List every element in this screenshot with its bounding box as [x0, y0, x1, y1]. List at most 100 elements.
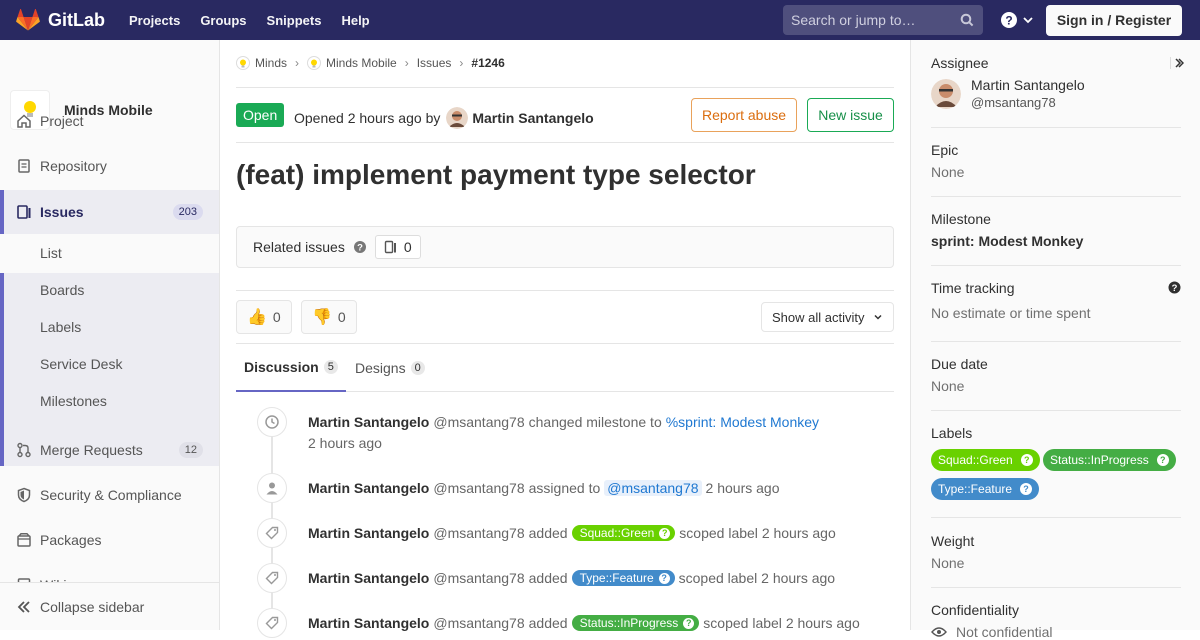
- note-time: 2 hours ago: [761, 525, 836, 541]
- report-abuse-button[interactable]: Report abuse: [691, 98, 797, 132]
- confidentiality-row: Not confidential: [931, 624, 1053, 640]
- divider: [236, 142, 894, 143]
- user-mention[interactable]: @msantang78: [604, 480, 702, 496]
- double-chevron-right-icon[interactable]: [1170, 56, 1184, 70]
- label-squad-green[interactable]: Squad::Green ?: [931, 449, 1040, 471]
- divider: [236, 290, 894, 291]
- note-author[interactable]: Martin Santangelo: [308, 615, 429, 631]
- system-note: Martin Santangelo @msantang78 added Stat…: [308, 615, 860, 631]
- nav-snippets[interactable]: Snippets: [267, 9, 322, 32]
- note-suffix: scoped label: [679, 525, 758, 541]
- question-icon[interactable]: ?: [353, 240, 367, 254]
- note-text: added: [528, 570, 568, 586]
- activity-filter-dropdown[interactable]: Show all activity: [761, 302, 894, 332]
- doc-icon: [16, 158, 32, 174]
- time-tracking-label: Time tracking: [931, 280, 1015, 296]
- tab-count: 5: [323, 360, 338, 374]
- note-text: added: [528, 525, 568, 541]
- tab-count: 0: [410, 360, 425, 375]
- note-time: 2 hours ago: [705, 480, 780, 496]
- sidebar-item-project[interactable]: Project: [0, 99, 219, 143]
- tag-icon: [257, 608, 287, 638]
- submenu-labels[interactable]: Labels: [40, 319, 81, 335]
- sign-in-button[interactable]: Sign in / Register: [1046, 5, 1182, 36]
- assignee-label: Assignee: [931, 55, 989, 71]
- note-author[interactable]: Martin Santangelo: [308, 480, 429, 496]
- breadcrumb-issues[interactable]: Issues: [417, 56, 452, 70]
- tab-designs[interactable]: Designs 0: [355, 344, 425, 391]
- system-note: Martin Santangelo @msantang78 added Squa…: [308, 525, 836, 541]
- nav-groups[interactable]: Groups: [200, 9, 246, 32]
- submenu-boards[interactable]: Boards: [40, 282, 84, 298]
- breadcrumb-separator: ›: [295, 56, 300, 70]
- submenu-list[interactable]: List: [40, 245, 62, 261]
- sidebar-item-repository[interactable]: Repository: [0, 144, 219, 188]
- thumbs-down-button[interactable]: 👎 0: [301, 300, 357, 334]
- milestone-value[interactable]: sprint: Modest Monkey: [931, 233, 1083, 249]
- sidebar-item-merge-requests[interactable]: Merge Requests 12: [0, 428, 219, 472]
- thumbs-up-button[interactable]: 👍 0: [236, 300, 292, 334]
- sidebar-item-issues[interactable]: Issues 203: [0, 190, 219, 234]
- related-issues-count[interactable]: 0: [374, 235, 421, 259]
- breadcrumb-label: Minds: [255, 56, 288, 70]
- label-name: Status::InProgress: [1050, 453, 1149, 467]
- divider: [931, 587, 1181, 588]
- breadcrumb-minds-mobile[interactable]: Minds Mobile: [307, 56, 397, 70]
- new-issue-button[interactable]: New issue: [807, 98, 894, 132]
- nav-help[interactable]: Help: [341, 9, 369, 32]
- breadcrumb-separator: ›: [404, 56, 409, 70]
- thumbs-down-count: 0: [337, 309, 346, 325]
- divider: [236, 87, 894, 88]
- question-icon: ?: [1020, 454, 1033, 466]
- author-name[interactable]: Martin Santangelo: [472, 110, 593, 126]
- sidebar-item-label: Project: [40, 113, 84, 129]
- weight-value: None: [931, 555, 965, 571]
- svg-text:?: ?: [1005, 13, 1012, 27]
- label-status-inprogress[interactable]: Status::InProgress ?: [1043, 449, 1176, 471]
- sidebar-item-security[interactable]: Security & Compliance: [0, 473, 219, 517]
- assignee-avatar[interactable]: [931, 79, 961, 109]
- assignee-name[interactable]: Martin Santangelo: [971, 77, 1085, 93]
- thumbs-down-icon: 👎: [312, 309, 332, 326]
- breadcrumb-minds[interactable]: Minds: [236, 56, 287, 70]
- question-icon[interactable]: ?: [1168, 281, 1181, 294]
- collapse-sidebar-button[interactable]: Collapse sidebar: [0, 582, 219, 630]
- due-date-label: Due date: [931, 356, 988, 372]
- label-type-feature[interactable]: Type::Feature ?: [931, 478, 1040, 500]
- milestone-link[interactable]: %sprint: Modest Monkey: [666, 414, 819, 430]
- tab-discussion[interactable]: Discussion 5: [236, 344, 346, 392]
- breadcrumb-label: Minds Mobile: [326, 56, 397, 70]
- divider: [931, 127, 1181, 128]
- note-author[interactable]: Martin Santangelo: [308, 525, 429, 541]
- package-icon: [16, 532, 32, 548]
- related-issues-title: Related issues: [253, 239, 345, 255]
- shield-icon: [16, 487, 32, 503]
- issue-title: (feat) implement payment type selector: [236, 159, 756, 190]
- breadcrumb-issue-id[interactable]: #1246: [471, 56, 504, 70]
- label-squad-green[interactable]: Squad::Green ?: [571, 525, 676, 541]
- eye-icon: [931, 627, 947, 637]
- submenu-service-desk[interactable]: Service Desk: [40, 356, 122, 372]
- label-type-feature[interactable]: Type::Feature ?: [571, 570, 675, 586]
- note-author[interactable]: Martin Santangelo: [308, 570, 429, 586]
- thumbs-up-count: 0: [272, 309, 281, 325]
- nav-projects[interactable]: Projects: [129, 9, 180, 32]
- collapse-sidebar-label: Collapse sidebar: [40, 598, 145, 615]
- help-dropdown[interactable]: ?: [1000, 11, 1034, 29]
- divider: [931, 410, 1181, 411]
- status-badge: Open: [236, 103, 285, 127]
- lightbulb-icon: [307, 56, 322, 70]
- issue-tabs: Discussion 5 Designs 0: [236, 344, 894, 392]
- submenu-milestones[interactable]: Milestones: [40, 393, 107, 409]
- label-name: Type::Feature: [579, 571, 654, 585]
- author-avatar[interactable]: [446, 107, 469, 129]
- milestone-label: Milestone: [931, 211, 991, 227]
- label-status-inprogress[interactable]: Status::InProgress ?: [571, 615, 700, 631]
- merge-requests-count-badge: 12: [178, 442, 203, 458]
- gitlab-logo[interactable]: GitLab: [16, 9, 105, 31]
- label-name: Squad::Green: [938, 453, 1013, 467]
- sidebar-item-packages[interactable]: Packages: [0, 518, 219, 562]
- note-author[interactable]: Martin Santangelo: [308, 414, 429, 430]
- search-input[interactable]: Search or jump to…: [783, 5, 983, 35]
- sidebar-item-label: Issues: [40, 204, 84, 220]
